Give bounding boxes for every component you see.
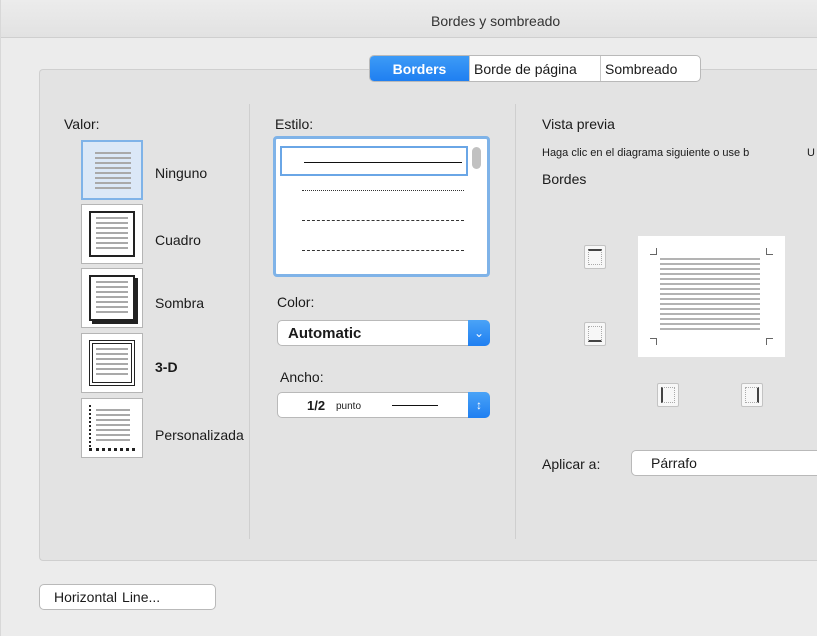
border-box-icon[interactable] <box>81 204 143 264</box>
window-title: Bordes y sombreado <box>431 13 561 29</box>
tab-page-border[interactable]: Borde de página <box>469 56 600 81</box>
style-list-scrollbar[interactable] <box>472 147 481 169</box>
column-divider-right <box>515 104 516 539</box>
valor-label: Valor: <box>64 116 100 132</box>
corner-mark-bl <box>650 338 657 345</box>
apply-to-value: Párrafo <box>651 455 697 471</box>
border-3d-icon[interactable] <box>81 333 143 393</box>
style-dotted[interactable] <box>280 176 468 206</box>
tab-borders[interactable]: Borders <box>370 56 469 81</box>
tab-bar: Borders Borde de página Sombreado <box>369 55 701 82</box>
width-select[interactable]: 1/2 punto ↕ <box>277 392 490 418</box>
title-bar: Bordes y sombreado <box>1 0 817 38</box>
corner-mark-tl <box>650 248 657 255</box>
width-value: 1/2 <box>307 398 326 413</box>
option-label-shadow: Sombra <box>155 295 205 311</box>
right-border-icon[interactable] <box>741 383 763 407</box>
horizontal-line-button[interactable]: Horizontal Line... <box>39 584 216 610</box>
preview-hint-end: U <box>807 147 815 159</box>
corner-mark-tr <box>766 248 773 255</box>
option-label-custom: Personalizada <box>155 427 244 443</box>
tab-shading[interactable]: Sombreado <box>600 56 700 81</box>
stepper-updown-icon: ↕ <box>468 392 490 418</box>
apply-to-select[interactable]: Párrafo <box>631 450 817 476</box>
apply-to-label: Aplicar a: <box>542 456 601 472</box>
corner-mark-br <box>766 338 773 345</box>
width-line-preview <box>392 405 438 406</box>
ancho-label: Ancho: <box>280 369 324 385</box>
top-border-icon[interactable] <box>584 245 606 269</box>
border-custom-icon[interactable] <box>81 398 143 458</box>
color-label: Color: <box>277 294 315 310</box>
chevron-down-icon: ⌄ <box>468 320 490 346</box>
bottom-border-icon[interactable] <box>584 322 606 346</box>
left-border-icon[interactable] <box>657 383 679 407</box>
style-dashed-small[interactable] <box>280 206 468 236</box>
option-label-none: Ninguno <box>155 165 208 181</box>
style-list[interactable] <box>273 136 490 277</box>
style-dashed-large[interactable] <box>280 236 468 266</box>
border-none-icon[interactable] <box>81 140 143 200</box>
border-shadow-icon[interactable] <box>81 268 143 328</box>
border-preview-diagram[interactable] <box>638 236 785 357</box>
preview-text-lines <box>660 258 760 331</box>
option-label-3d: 3-D <box>155 359 178 375</box>
width-unit: punto <box>336 401 362 412</box>
horizontal-line-label-2: Line... <box>122 589 161 605</box>
estilo-label: Estilo: <box>275 116 314 132</box>
color-value: Automatic <box>288 325 362 342</box>
preview-hint: Haga clic en el diagrama siguiente o use… <box>542 147 750 159</box>
color-select[interactable]: Automatic ⌄ <box>277 320 490 346</box>
bordes-label: Bordes <box>542 171 587 187</box>
column-divider-left <box>249 104 250 539</box>
style-solid[interactable] <box>280 146 468 176</box>
horizontal-line-label-1: Horizontal <box>54 589 118 605</box>
option-label-box: Cuadro <box>155 232 201 248</box>
preview-label: Vista previa <box>542 116 615 132</box>
borders-shading-dialog: Bordes y sombreado Borders Borde de pági… <box>0 0 817 636</box>
